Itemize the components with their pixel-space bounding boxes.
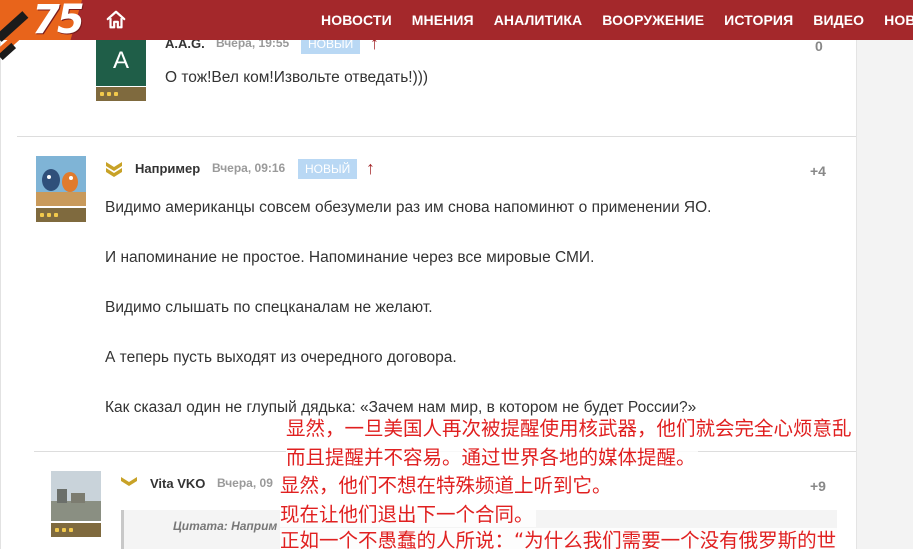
- overlay-line: 显然，他们不想在特殊频道上听到它。: [280, 473, 614, 498]
- victory-75-logo[interactable]: 75: [0, 0, 100, 61]
- comment-text-line: И напоминание не простое. Напоминание че…: [105, 249, 595, 266]
- comment-separator: [17, 136, 856, 137]
- nav-opinions[interactable]: МНЕНИЯ: [412, 12, 474, 28]
- overlay-line: 而且提醒并不容易。通过世界各地的媒体提醒。: [286, 445, 698, 470]
- overlay-line: 现在让他们退出下一个合同。: [280, 502, 536, 527]
- comment-author[interactable]: Например: [135, 161, 200, 176]
- comment-text-line: Как сказал один не глупый дядька: «Зачем…: [105, 399, 697, 416]
- nav-new[interactable]: НОВОЕ: [884, 12, 913, 28]
- nav-analytics[interactable]: АНАЛИТИКА: [494, 12, 583, 28]
- avatar[interactable]: [36, 156, 86, 206]
- comment-time: Вчера, 09:16: [212, 161, 286, 175]
- comment-text: О тож!Вел ком!Извольте отведать!))): [165, 69, 429, 86]
- nav-news[interactable]: НОВОСТИ: [321, 12, 392, 28]
- comment-score: +4: [810, 163, 826, 179]
- avatar-letter: A: [112, 47, 129, 74]
- avatar-image: [36, 156, 86, 206]
- home-icon: [106, 10, 126, 29]
- nav-armament[interactable]: ВООРУЖЕНИЕ: [602, 12, 704, 28]
- main-nav: НОВОСТИ МНЕНИЯ АНАЛИТИКА ВООРУЖЕНИЕ ИСТО…: [321, 0, 913, 40]
- comment-text-line: Видимо слышать по спецканалам не желают.: [105, 299, 433, 316]
- nav-history[interactable]: ИСТОРИЯ: [724, 12, 793, 28]
- quote-label: Цитата: Наприм: [173, 519, 278, 533]
- rank-bar: [36, 208, 86, 222]
- avatar[interactable]: A: [96, 36, 146, 86]
- avatar[interactable]: [51, 471, 101, 521]
- right-sidebar-strip: [856, 0, 913, 549]
- comment-time: Вчера, 09: [217, 476, 273, 490]
- nav-video[interactable]: ВИДЕО: [813, 12, 864, 28]
- rank-bar: [51, 523, 101, 537]
- comment-score: +9: [810, 478, 826, 494]
- new-badge: НОВЫЙ: [298, 159, 358, 179]
- logo-number: 75: [32, 0, 85, 43]
- comment-score: 0: [815, 38, 823, 54]
- rank-chevron-icon: [104, 158, 124, 178]
- avatar-image: [51, 471, 101, 521]
- comment-text-line: Видимо американцы совсем обезумели раз и…: [105, 199, 712, 216]
- up-arrow-icon[interactable]: ↑: [366, 159, 375, 177]
- home-button[interactable]: [100, 5, 132, 35]
- comment-author[interactable]: Vita VKO: [150, 476, 205, 491]
- left-divider: [0, 40, 1, 549]
- overlay-line: 正如一个不愚蠢的人所说：“为什么我们需要一个没有俄罗斯的世: [280, 528, 839, 549]
- rank-chevron-icon: [121, 477, 137, 486]
- overlay-line: 显然，一旦美国人再次被提醒使用核武器，他们就会完全心烦意乱: [286, 416, 854, 441]
- comment-text-line: А теперь пусть выходят из очередного дог…: [105, 349, 457, 366]
- rank-bar: [96, 87, 146, 101]
